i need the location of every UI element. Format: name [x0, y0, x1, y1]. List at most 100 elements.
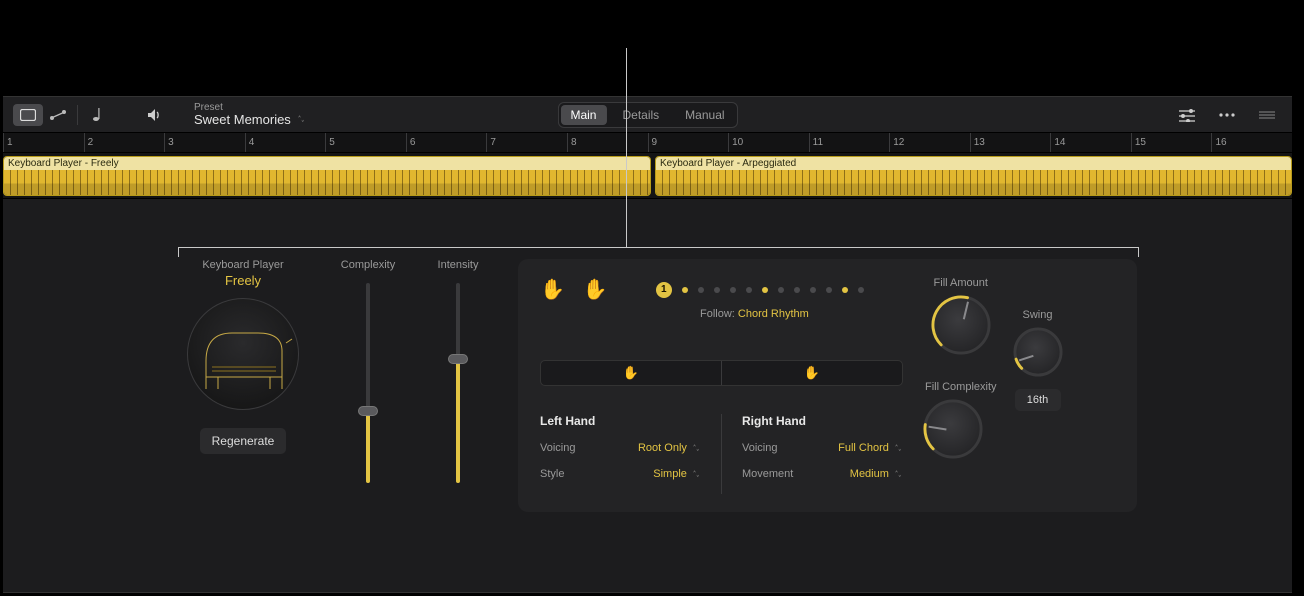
- pattern-step-dot[interactable]: [682, 287, 688, 293]
- player-name: Freely: [178, 273, 308, 288]
- pattern-step-dot[interactable]: [714, 287, 720, 293]
- swing-division-button[interactable]: 16th: [1015, 389, 1061, 411]
- pattern-step-dots[interactable]: 1: [656, 282, 864, 298]
- left-hand-column: Left Hand Voicing Root Only⌃⌄ Style Simp…: [540, 414, 721, 494]
- pattern-step-dot[interactable]: [826, 287, 832, 293]
- preset-stepper-icon: ⌃⌄: [297, 115, 304, 125]
- intensity-slider-thumb[interactable]: [448, 354, 468, 364]
- pattern-step-dot[interactable]: [858, 287, 864, 293]
- more-menu-icon[interactable]: [1212, 104, 1242, 126]
- ruler-bar-marker: 2: [84, 133, 94, 152]
- left-voicing-value[interactable]: Root Only⌃⌄: [638, 442, 701, 454]
- pattern-step-dot[interactable]: [730, 287, 736, 293]
- ruler-bar-marker: 12: [889, 133, 904, 152]
- left-style-label: Style: [540, 468, 564, 480]
- timeline-ruler[interactable]: 12345678910111213141516: [3, 133, 1292, 153]
- ruler-bar-marker: 16: [1211, 133, 1226, 152]
- complexity-slider[interactable]: [366, 283, 370, 483]
- view-tabs: Main Details Manual: [557, 102, 737, 128]
- complexity-slider-column: Complexity: [338, 259, 398, 512]
- left-hand-title: Left Hand: [540, 414, 701, 428]
- ruler-bar-marker: 15: [1131, 133, 1146, 152]
- toolbar-divider: [77, 105, 78, 125]
- view-notation-icon[interactable]: [82, 104, 112, 126]
- region-name: Keyboard Player - Arpeggiated: [656, 157, 1291, 170]
- region-midi-preview: [656, 170, 1291, 195]
- pattern-step-dot[interactable]: [794, 287, 800, 293]
- swing-label: Swing: [1015, 309, 1061, 321]
- ruler-bar-marker: 10: [728, 133, 743, 152]
- complexity-slider-fill: [366, 411, 370, 483]
- region-lane[interactable]: Keyboard Player - Freely Keyboard Player …: [3, 153, 1292, 199]
- ruler-bar-marker: 6: [406, 133, 416, 152]
- callout-line-horizontal: [178, 247, 1138, 248]
- complexity-slider-thumb[interactable]: [358, 406, 378, 416]
- intensity-slider[interactable]: [456, 283, 460, 483]
- pattern-step-dot[interactable]: [746, 287, 752, 293]
- midi-region[interactable]: Keyboard Player - Arpeggiated: [655, 156, 1292, 196]
- hand-split-track[interactable]: ✋ ✋: [540, 360, 903, 386]
- follow-label: Follow:: [700, 308, 735, 320]
- regenerate-button[interactable]: Regenerate: [200, 428, 287, 454]
- right-hand-icon[interactable]: ✋: [583, 277, 608, 302]
- tab-manual[interactable]: Manual: [675, 105, 734, 125]
- right-voicing-value[interactable]: Full Chord⌃⌄: [838, 442, 903, 454]
- follow-row: Follow: Chord Rhythm: [700, 308, 903, 320]
- ruler-bar-marker: 4: [245, 133, 255, 152]
- settings-sliders-icon[interactable]: [1172, 104, 1202, 126]
- intensity-slider-fill: [456, 359, 460, 483]
- fill-complexity-label: Fill Complexity: [925, 381, 997, 393]
- left-hand-icon[interactable]: ✋: [540, 277, 565, 302]
- right-hand-title: Right Hand: [742, 414, 903, 428]
- left-voicing-label: Voicing: [540, 442, 575, 454]
- pattern-header-row: ✋ ✋ 1: [540, 277, 903, 302]
- editor-panel: Preset Sweet Memories ⌃⌄ Main Details Ma…: [3, 96, 1292, 593]
- tab-main[interactable]: Main: [560, 105, 606, 125]
- ruler-bar-marker: 1: [3, 133, 13, 152]
- editor-toolbar: Preset Sweet Memories ⌃⌄ Main Details Ma…: [3, 97, 1292, 133]
- fill-amount-label: Fill Amount: [933, 277, 989, 289]
- right-hand-column: Right Hand Voicing Full Chord⌃⌄ Movement…: [721, 414, 903, 494]
- parameter-area: Keyboard Player Freely Regenerate Comple…: [3, 199, 1292, 512]
- list-lines-icon[interactable]: [1252, 104, 1282, 126]
- player-column: Keyboard Player Freely Regenerate: [178, 259, 308, 512]
- hand-zone-left-icon: ✋: [623, 365, 639, 381]
- ruler-bar-marker: 7: [486, 133, 496, 152]
- complexity-label: Complexity: [338, 259, 398, 271]
- hand-zone-right-icon: ✋: [804, 365, 820, 381]
- view-region-icon[interactable]: [13, 104, 43, 126]
- tab-details[interactable]: Details: [612, 105, 669, 125]
- pattern-slot-badge[interactable]: 1: [656, 282, 672, 298]
- ruler-bar-marker: 9: [648, 133, 658, 152]
- region-midi-preview: [4, 170, 650, 195]
- pattern-panel: ✋ ✋ 1 Follow: Chord Rhythm ✋ ✋ Left Hand: [518, 259, 1137, 512]
- midi-region[interactable]: Keyboard Player - Freely: [3, 156, 651, 196]
- player-instrument-icon[interactable]: [187, 298, 299, 410]
- fill-complexity-knob[interactable]: [925, 401, 981, 457]
- player-label: Keyboard Player: [178, 259, 308, 271]
- ruler-bar-marker: 5: [325, 133, 335, 152]
- swing-knob[interactable]: [1015, 329, 1061, 375]
- pattern-step-dot[interactable]: [778, 287, 784, 293]
- right-movement-label: Movement: [742, 468, 793, 480]
- pattern-step-dot[interactable]: [842, 287, 848, 293]
- hand-zone-left[interactable]: ✋: [541, 361, 721, 385]
- view-automation-icon[interactable]: [43, 104, 73, 126]
- ruler-bar-marker: 13: [970, 133, 985, 152]
- intensity-label: Intensity: [428, 259, 488, 271]
- callout-tick-left: [178, 247, 179, 257]
- callout-line-vertical: [626, 48, 627, 248]
- hand-parameters: Left Hand Voicing Root Only⌃⌄ Style Simp…: [540, 414, 903, 494]
- audition-speaker-icon[interactable]: [140, 104, 170, 126]
- hand-zone-right[interactable]: ✋: [722, 361, 902, 385]
- knob-section: Fill Amount Fill Complexity: [925, 277, 1115, 494]
- preset-selector[interactable]: Preset Sweet Memories ⌃⌄: [194, 102, 306, 127]
- follow-value[interactable]: Chord Rhythm: [738, 308, 809, 320]
- pattern-step-dot[interactable]: [698, 287, 704, 293]
- pattern-step-dot[interactable]: [810, 287, 816, 293]
- intensity-slider-column: Intensity: [428, 259, 488, 512]
- left-style-value[interactable]: Simple⌃⌄: [653, 468, 701, 480]
- right-movement-value[interactable]: Medium⌃⌄: [850, 468, 903, 480]
- pattern-step-dot[interactable]: [762, 287, 768, 293]
- fill-amount-knob[interactable]: [933, 297, 989, 353]
